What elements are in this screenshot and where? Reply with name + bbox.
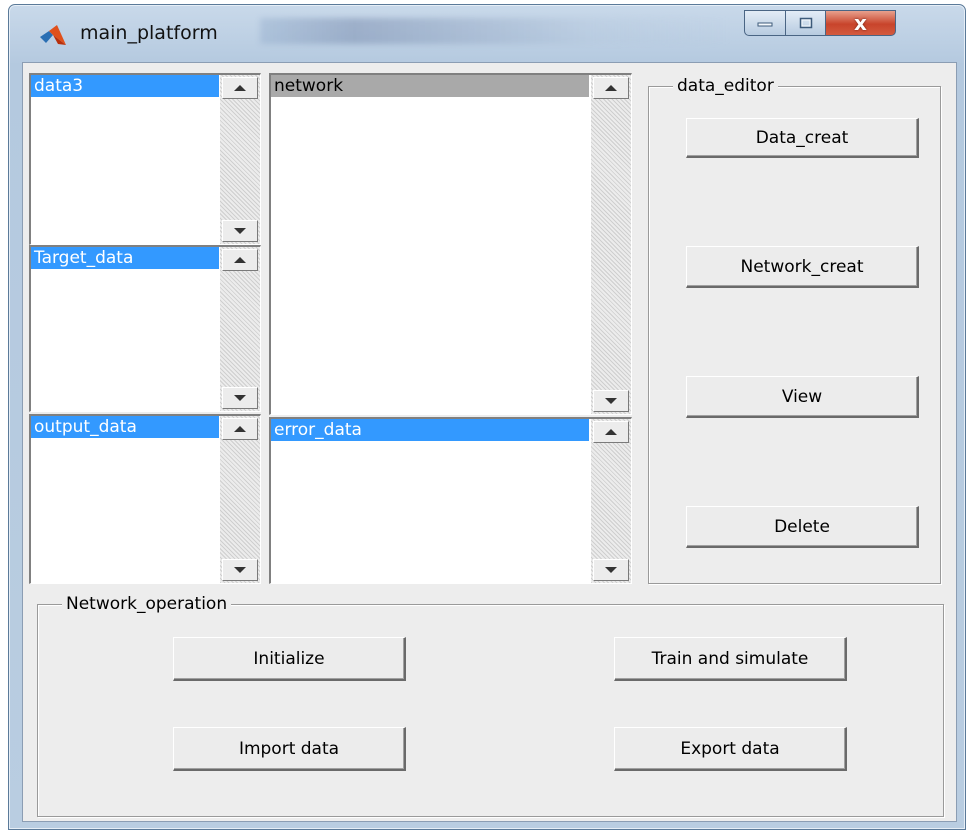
scroll-down-button[interactable] [593, 559, 629, 581]
train-and-simulate-button[interactable]: Train and simulate [614, 637, 847, 681]
minimize-icon [757, 22, 773, 27]
maximize-button[interactable] [786, 10, 826, 36]
arrow-up-icon [605, 429, 617, 435]
data-editor-title: data_editor [673, 76, 778, 96]
network-creat-button[interactable]: Network_creat [686, 246, 919, 288]
minimize-button[interactable] [744, 10, 786, 36]
close-icon: x [854, 11, 867, 35]
arrow-up-icon [234, 85, 246, 91]
list-item-target-data[interactable]: Target_data [31, 247, 219, 269]
scroll-up-button[interactable] [593, 77, 629, 99]
arrow-up-icon [234, 426, 246, 432]
export-data-button[interactable]: Export data [614, 727, 847, 771]
network-operation-title: Network_operation [62, 594, 232, 614]
arrow-down-icon [605, 567, 617, 573]
scroll-up-button[interactable] [222, 77, 258, 99]
network-operation-group [37, 604, 944, 817]
scroll-down-button[interactable] [222, 220, 258, 242]
scrollbar-target-data[interactable] [220, 247, 260, 411]
titlebar-background [260, 18, 730, 44]
initialize-button[interactable]: Initialize [173, 637, 406, 681]
list-item-output-data[interactable]: output_data [31, 416, 219, 438]
scrollbar-output-data[interactable] [220, 416, 260, 583]
arrow-down-icon [605, 398, 617, 404]
scrollbar-network[interactable] [591, 75, 631, 414]
window-title: main_platform [80, 22, 218, 44]
close-button[interactable]: x [826, 10, 896, 36]
import-data-button[interactable]: Import data [173, 727, 406, 771]
listbox-error-data[interactable]: error_data [269, 417, 632, 584]
arrow-down-icon [234, 228, 246, 234]
maximize-icon [799, 17, 812, 29]
list-item-error-data[interactable]: error_data [271, 419, 589, 441]
scrollbar-data3[interactable] [220, 75, 260, 244]
arrow-down-icon [234, 395, 246, 401]
view-button[interactable]: View [686, 376, 919, 418]
scroll-up-button[interactable] [222, 249, 258, 271]
listbox-data3[interactable]: data3 [29, 73, 261, 245]
listbox-target-data[interactable]: Target_data [29, 245, 261, 412]
listbox-network[interactable]: network [269, 73, 632, 415]
list-item-data3[interactable]: data3 [31, 75, 219, 97]
scroll-down-button[interactable] [222, 387, 258, 409]
data-creat-button[interactable]: Data_creat [686, 118, 919, 158]
scroll-down-button[interactable] [593, 390, 629, 412]
arrow-up-icon [605, 85, 617, 91]
arrow-up-icon [234, 257, 246, 263]
arrow-down-icon [234, 567, 246, 573]
scroll-up-button[interactable] [222, 418, 258, 440]
list-item-network[interactable]: network [271, 75, 589, 97]
scrollbar-error-data[interactable] [591, 419, 631, 583]
matlab-logo-icon [40, 25, 66, 45]
scroll-up-button[interactable] [593, 421, 629, 443]
scroll-down-button[interactable] [222, 559, 258, 581]
delete-button[interactable]: Delete [686, 506, 919, 548]
listbox-output-data[interactable]: output_data [29, 414, 261, 584]
